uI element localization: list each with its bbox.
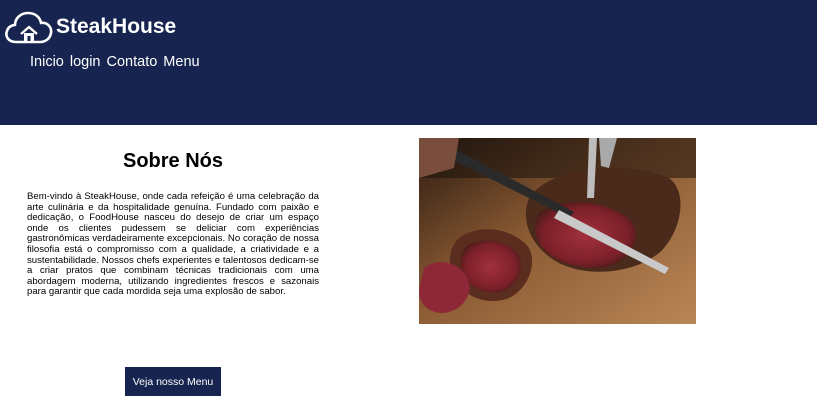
brand-name: SteakHouse (56, 15, 177, 38)
about-text: Bem-vindo à SteakHouse, onde cada refeiç… (27, 191, 319, 298)
main-nav: Inicio login Contato Menu (30, 54, 206, 70)
cloud-house-icon (5, 11, 53, 44)
see-menu-button[interactable]: Veja nosso Menu (125, 367, 221, 396)
brand[interactable]: SteakHouse (4, 9, 176, 47)
steak-photo (419, 138, 696, 324)
nav-item-inicio[interactable]: Inicio (30, 54, 64, 70)
nav-item-menu[interactable]: Menu (163, 54, 199, 70)
nav-item-contato[interactable]: Contato (107, 54, 158, 70)
about-title: Sobre Nós (122, 150, 224, 172)
site-header: SteakHouse Inicio login Contato Menu (0, 0, 817, 125)
nav-item-login[interactable]: login (70, 54, 101, 70)
